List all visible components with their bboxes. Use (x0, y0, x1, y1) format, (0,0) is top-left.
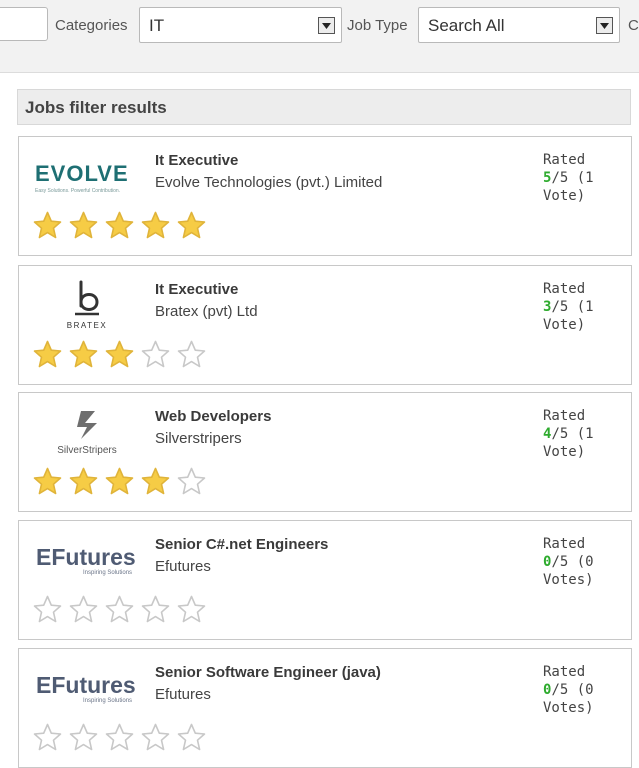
company-name: Efutures (155, 686, 211, 703)
rating-out-of: /5 (1 (551, 426, 594, 442)
categories-selected-value: IT (149, 16, 165, 35)
star-filled-icon[interactable] (140, 210, 171, 241)
next-filter-label-partial: C (628, 17, 639, 34)
rating-votes: Vote) (543, 188, 586, 204)
rated-label: Rated (543, 408, 586, 424)
rating-votes: Votes) (543, 700, 594, 716)
silverstripers-logo: SilverStripers (31, 405, 143, 461)
efutures-wordmark: EFutures (36, 672, 136, 698)
star-rating[interactable] (32, 210, 207, 241)
efutures-logo: EFutures Inspiring Solutions (31, 533, 143, 589)
job-card[interactable]: EVOLVE Easy Solutions. Powerful Contribut… (18, 136, 632, 256)
rated-label: Rated (543, 152, 586, 168)
rated-label: Rated (543, 536, 586, 552)
keyword-input[interactable] (0, 7, 48, 41)
rating-out-of: /5 (0 (551, 554, 594, 570)
company-name: Evolve Technologies (pvt.) Limited (155, 174, 383, 191)
star-empty-icon[interactable] (140, 722, 171, 753)
job-type-label: Job Type (347, 17, 408, 34)
chevron-down-icon[interactable] (318, 17, 335, 34)
efutures-wordmark: EFutures (36, 544, 136, 570)
star-empty-icon[interactable] (140, 594, 171, 625)
star-filled-icon[interactable] (68, 466, 99, 497)
star-rating[interactable] (32, 594, 207, 625)
star-filled-icon[interactable] (104, 339, 135, 370)
star-filled-icon[interactable] (104, 466, 135, 497)
efutures-tagline: Inspiring Solutions (83, 698, 132, 704)
star-filled-icon[interactable] (68, 210, 99, 241)
rating-votes: Vote) (543, 317, 586, 333)
bratex-logo: BRATEX (31, 278, 143, 334)
silverstripers-wordmark: SilverStripers (57, 445, 116, 456)
categories-label: Categories (55, 17, 128, 34)
star-empty-icon[interactable] (176, 722, 207, 753)
job-type-select[interactable]: Search All (418, 7, 620, 43)
job-title[interactable]: It Executive (155, 152, 238, 169)
bratex-wordmark: BRATEX (67, 321, 107, 330)
job-card[interactable]: EFutures Inspiring Solutions Senior C#.ne… (18, 520, 632, 640)
star-empty-icon[interactable] (68, 722, 99, 753)
star-empty-icon[interactable] (176, 339, 207, 370)
star-filled-icon[interactable] (104, 210, 135, 241)
job-card[interactable]: SilverStripers Web Developers Silverstri… (18, 392, 632, 512)
star-empty-icon[interactable] (104, 722, 135, 753)
rated-label: Rated (543, 664, 586, 680)
job-title[interactable]: Web Developers (155, 408, 271, 425)
star-filled-icon[interactable] (176, 210, 207, 241)
star-empty-icon[interactable] (32, 594, 63, 625)
star-filled-icon[interactable] (32, 339, 63, 370)
rating-summary: Rated 3/5 (1 Vote) (543, 280, 625, 334)
company-name: Bratex (pvt) Ltd (155, 303, 258, 320)
star-empty-icon[interactable] (104, 594, 135, 625)
company-name: Silverstripers (155, 430, 242, 447)
star-rating[interactable] (32, 466, 207, 497)
star-empty-icon[interactable] (140, 339, 171, 370)
star-filled-icon[interactable] (32, 210, 63, 241)
rating-summary: Rated 5/5 (1 Vote) (543, 151, 625, 205)
evolve-wordmark: EVOLVE (35, 161, 129, 186)
star-empty-icon[interactable] (32, 722, 63, 753)
results-header: Jobs filter results (17, 89, 631, 125)
rating-votes: Votes) (543, 572, 594, 588)
categories-select[interactable]: IT (139, 7, 342, 43)
rating-out-of: /5 (0 (551, 682, 594, 698)
star-empty-icon[interactable] (176, 594, 207, 625)
star-rating[interactable] (32, 339, 207, 370)
job-title[interactable]: Senior C#.net Engineers (155, 536, 328, 553)
star-filled-icon[interactable] (32, 466, 63, 497)
filter-bar: Categories IT Job Type Search All C (0, 0, 639, 73)
rating-summary: Rated 0/5 (0 Votes) (543, 535, 625, 589)
evolve-logo: EVOLVE Easy Solutions. Powerful Contribut… (31, 149, 143, 205)
evolve-tagline: Easy Solutions. Powerful Contribution. (35, 188, 120, 194)
star-empty-icon[interactable] (68, 594, 99, 625)
results-title: Jobs filter results (25, 98, 167, 117)
chevron-down-icon[interactable] (596, 17, 613, 34)
rating-votes: Vote) (543, 444, 586, 460)
rating-summary: Rated 0/5 (0 Votes) (543, 663, 625, 717)
efutures-logo: EFutures Inspiring Solutions (31, 661, 143, 717)
star-filled-icon[interactable] (68, 339, 99, 370)
rating-out-of: /5 (1 (551, 170, 594, 186)
rating-out-of: /5 (1 (551, 299, 594, 315)
efutures-tagline: Inspiring Solutions (83, 570, 132, 576)
company-name: Efutures (155, 558, 211, 575)
job-title[interactable]: It Executive (155, 281, 238, 298)
star-empty-icon[interactable] (176, 466, 207, 497)
job-title[interactable]: Senior Software Engineer (java) (155, 664, 381, 681)
rating-summary: Rated 4/5 (1 Vote) (543, 407, 625, 461)
job-type-selected-value: Search All (428, 16, 505, 35)
rated-label: Rated (543, 281, 586, 297)
job-card[interactable]: BRATEX It Executive Bratex (pvt) Ltd Rat… (18, 265, 632, 385)
star-filled-icon[interactable] (140, 466, 171, 497)
job-card[interactable]: EFutures Inspiring Solutions Senior Softw… (18, 648, 632, 768)
star-rating[interactable] (32, 722, 207, 753)
